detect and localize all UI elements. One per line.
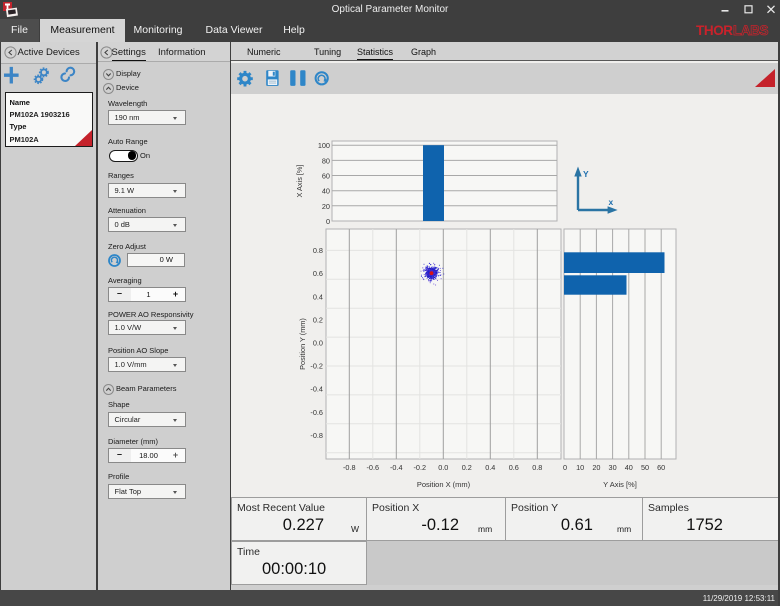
svg-text:-0.8: -0.8 xyxy=(343,463,356,472)
svg-text:-0.6: -0.6 xyxy=(310,408,323,417)
svg-text:-0.6: -0.6 xyxy=(367,463,380,472)
svg-text:0.8: 0.8 xyxy=(313,246,323,255)
svg-text:50: 50 xyxy=(641,463,649,472)
svg-text:-0.2: -0.2 xyxy=(414,463,427,472)
svg-text:0.0: 0.0 xyxy=(313,339,323,348)
svg-text:20: 20 xyxy=(592,463,600,472)
svg-text:80: 80 xyxy=(322,156,330,165)
svg-text:0: 0 xyxy=(563,463,567,472)
svg-text:0.0: 0.0 xyxy=(438,463,448,472)
svg-text:0.6: 0.6 xyxy=(509,463,519,472)
svg-text:40: 40 xyxy=(322,187,330,196)
svg-text:0.2: 0.2 xyxy=(462,463,472,472)
svg-text:60: 60 xyxy=(322,172,330,181)
svg-text:0.2: 0.2 xyxy=(313,315,323,324)
svg-text:Y Axis [%]: Y Axis [%] xyxy=(603,480,637,489)
svg-text:-0.8: -0.8 xyxy=(310,431,323,440)
svg-text:Y: Y xyxy=(583,169,589,179)
svg-text:Position X (mm): Position X (mm) xyxy=(417,480,471,489)
svg-text:0: 0 xyxy=(326,217,330,226)
svg-text:0.4: 0.4 xyxy=(485,463,495,472)
svg-text:-0.4: -0.4 xyxy=(310,385,323,394)
svg-text:0.6: 0.6 xyxy=(313,269,323,278)
svg-text:40: 40 xyxy=(625,463,633,472)
svg-text:x: x xyxy=(609,197,614,207)
svg-text:X Axis [%]: X Axis [%] xyxy=(295,165,304,198)
svg-text:60: 60 xyxy=(657,463,665,472)
svg-text:0.8: 0.8 xyxy=(532,463,542,472)
svg-text:LABS: LABS xyxy=(733,23,769,37)
svg-text:10: 10 xyxy=(576,463,584,472)
svg-text:30: 30 xyxy=(609,463,617,472)
svg-text:THOR: THOR xyxy=(696,23,733,37)
svg-text:100: 100 xyxy=(318,141,330,150)
svg-text:0.4: 0.4 xyxy=(313,292,323,301)
svg-text:20: 20 xyxy=(322,202,330,211)
svg-text:Position Y (mm): Position Y (mm) xyxy=(298,318,307,370)
svg-text:-0.2: -0.2 xyxy=(310,362,323,371)
svg-text:-0.4: -0.4 xyxy=(390,463,403,472)
